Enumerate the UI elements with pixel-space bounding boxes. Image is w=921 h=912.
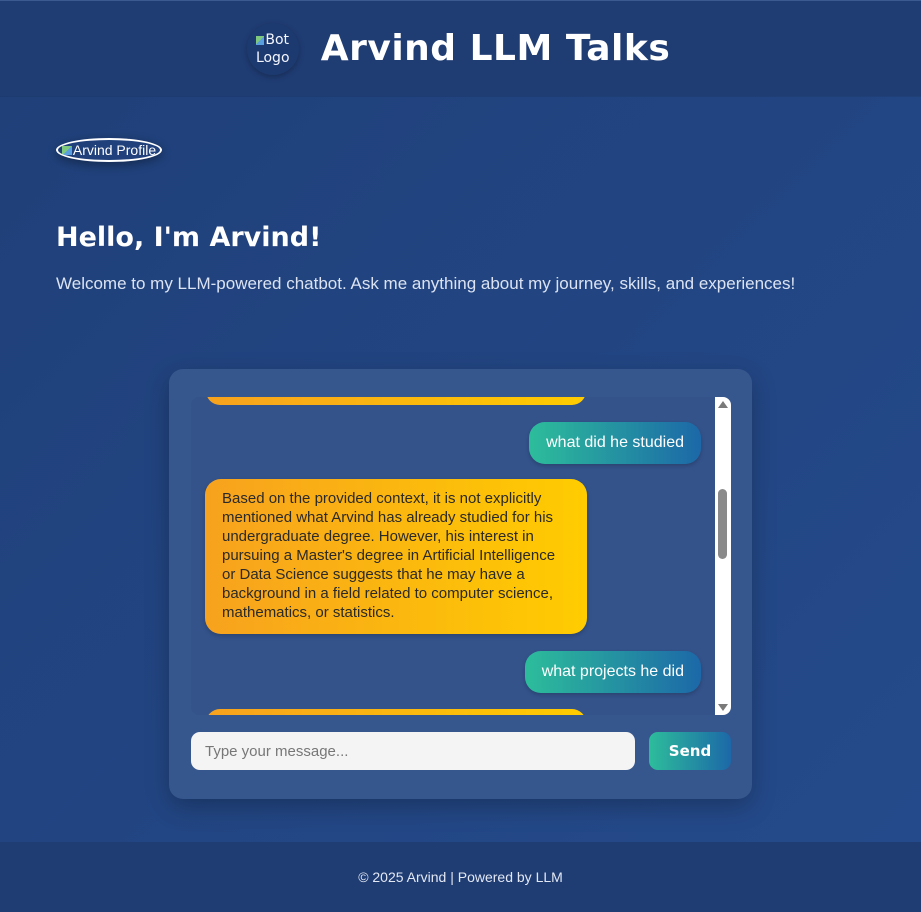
intro-heading: Hello, I'm Arvind! bbox=[56, 222, 322, 253]
broken-image-icon bbox=[61, 145, 72, 155]
chat-container: what did he studied Based on the provide… bbox=[169, 369, 752, 799]
bot-logo: Bot Logo bbox=[246, 22, 299, 75]
bot-message: Based on the provided context, it is not… bbox=[205, 479, 587, 634]
bot-message-partial bbox=[206, 397, 586, 405]
site-header: Bot Logo Arvind LLM Talks bbox=[0, 0, 921, 96]
scroll-down-arrow-icon[interactable] bbox=[718, 704, 728, 711]
broken-image-icon bbox=[256, 35, 265, 45]
profile-alt-text: Arvind Profile bbox=[72, 142, 157, 158]
send-button[interactable]: Send bbox=[649, 732, 731, 770]
bot-message-partial bbox=[206, 709, 586, 715]
site-title: Arvind LLM Talks bbox=[320, 28, 671, 69]
message-input[interactable] bbox=[191, 732, 635, 770]
chat-messages[interactable]: what did he studied Based on the provide… bbox=[191, 397, 731, 715]
user-message: what projects he did bbox=[524, 651, 701, 693]
chat-scrollbar[interactable] bbox=[715, 397, 731, 715]
scroll-up-arrow-icon[interactable] bbox=[718, 401, 728, 408]
user-message: what did he studied bbox=[529, 422, 701, 464]
footer-text: © 2025 Arvind | Powered by LLM bbox=[358, 869, 563, 885]
profile-image: Arvind Profile bbox=[56, 138, 162, 162]
intro-subtext: Welcome to my LLM-powered chatbot. Ask m… bbox=[56, 274, 796, 293]
site-footer: © 2025 Arvind | Powered by LLM bbox=[0, 842, 921, 912]
bot-logo-alt-text: Bot Logo bbox=[247, 31, 299, 67]
scrollbar-thumb[interactable] bbox=[718, 489, 727, 559]
